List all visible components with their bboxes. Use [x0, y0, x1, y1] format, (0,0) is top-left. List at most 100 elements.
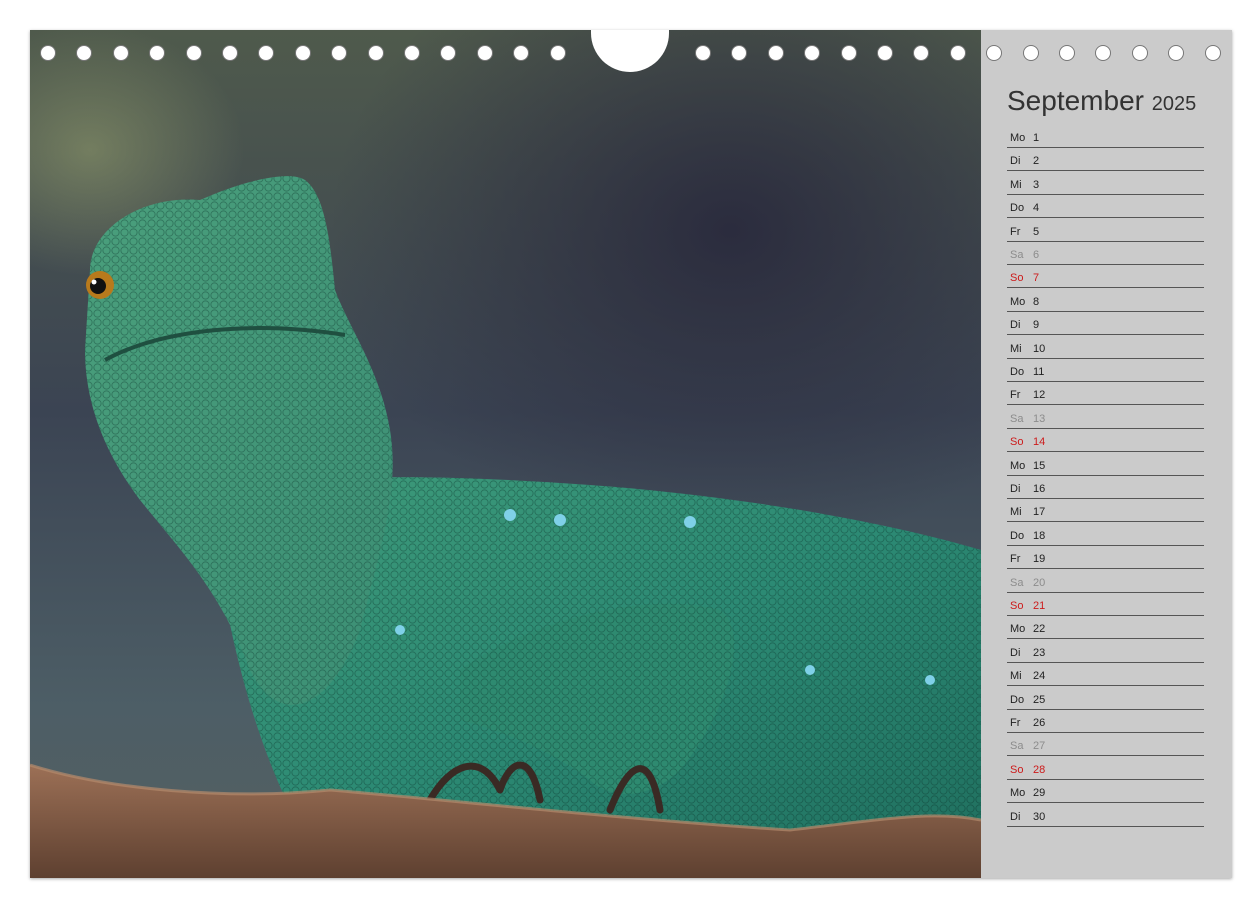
binding-hole: [913, 45, 930, 61]
day-number: 7: [1033, 272, 1040, 285]
day-name: Do: [1010, 366, 1025, 378]
day-number: 6: [1033, 249, 1040, 261]
day-name: So: [1010, 763, 1024, 776]
binding-hole: [222, 45, 238, 61]
day-name: Mi: [1010, 342, 1022, 355]
binding-hole: [367, 45, 384, 61]
binding-hole: [804, 45, 821, 61]
day-number: 19: [1033, 553, 1046, 566]
day-row: So 7: [1007, 264, 1204, 289]
day-number: 9: [1033, 319, 1040, 332]
day-number: 5: [1033, 225, 1040, 238]
day-name: Di: [1010, 319, 1021, 332]
binding-hole: [258, 45, 275, 61]
binding-hole: [1059, 45, 1075, 61]
binding-hole: [185, 45, 202, 61]
binding-hole: [440, 45, 457, 61]
day-row: Mo 22: [1007, 615, 1204, 640]
day-row: Sa 20: [1007, 569, 1204, 593]
day-number: 8: [1033, 295, 1040, 308]
binding-hole: [112, 45, 129, 61]
binding-hole: [840, 45, 857, 61]
day-number: 28: [1033, 763, 1046, 776]
day-row: Do 25: [1007, 686, 1204, 710]
day-number: 30: [1033, 810, 1046, 823]
day-name: So: [1010, 600, 1024, 612]
day-number: 4: [1033, 202, 1040, 215]
day-name: Mo: [1010, 132, 1026, 144]
day-row: Fr 5: [1007, 218, 1204, 242]
day-number: 13: [1033, 412, 1046, 425]
day-row: Di 30: [1007, 803, 1204, 827]
binding-hole: [331, 45, 348, 61]
day-name: Sa: [1010, 740, 1024, 753]
lizard-illustration: [30, 176, 981, 878]
day-row: Mo 1: [1007, 124, 1204, 148]
day-number: 11: [1033, 366, 1045, 378]
day-number: 21: [1033, 600, 1046, 612]
year-label: 2025: [1151, 93, 1197, 115]
day-row: Di 9: [1007, 311, 1204, 336]
day-name: Mi: [1010, 506, 1022, 519]
binding-hole: [149, 45, 166, 61]
binding-hole: [476, 45, 493, 61]
binding-hole: [1022, 45, 1039, 61]
binding-hole: [76, 45, 93, 61]
day-name: Fr: [1010, 225, 1021, 238]
day-name: Mi: [1010, 670, 1022, 683]
day-name: Mo: [1010, 295, 1026, 308]
day-number: 27: [1033, 740, 1046, 753]
day-number: 2: [1033, 155, 1040, 168]
day-number: 22: [1033, 623, 1046, 636]
binding-hole: [1204, 45, 1221, 61]
binding-hole: [1131, 45, 1148, 61]
day-row: Di 16: [1007, 475, 1204, 499]
calendar-page: September 2025 Mo 1 Di 2 Mi 3 Do 4 Fr 5 Sa 6 So 7 Mo 8 D…: [30, 30, 1232, 878]
day-name: Sa: [1010, 412, 1024, 425]
day-row: Sa 27: [1007, 732, 1204, 757]
binding-hole: [1095, 45, 1112, 61]
lizard-photo: [30, 30, 981, 878]
day-row: Di 23: [1007, 639, 1204, 663]
day-row: Fr 19: [1007, 545, 1204, 570]
day-name: So: [1010, 436, 1024, 449]
binding-hole: [731, 45, 748, 61]
binding-hole: [877, 45, 893, 61]
calendar-sidebar: September 2025 Mo 1 Di 2 Mi 3 Do 4 Fr 5 Sa 6 So 7 Mo 8 D…: [981, 30, 1232, 878]
day-name: Fr: [1010, 717, 1021, 729]
day-name: Mo: [1010, 459, 1026, 472]
binding-hole: [294, 45, 311, 61]
day-row: Sa 13: [1007, 405, 1204, 429]
day-number: 1: [1033, 132, 1040, 144]
binding-hole: [549, 45, 566, 61]
day-name: Fr: [1010, 553, 1021, 566]
day-number: 17: [1033, 506, 1046, 519]
day-number: 12: [1033, 389, 1046, 402]
day-row: Do 18: [1007, 522, 1204, 546]
day-number: 26: [1033, 717, 1046, 729]
day-row: So 14: [1007, 428, 1204, 453]
day-row: Sa 6: [1007, 241, 1204, 265]
binding-hole: [986, 45, 1003, 61]
day-name: Sa: [1010, 576, 1024, 589]
day-number: 16: [1033, 483, 1046, 495]
day-number: 14: [1033, 436, 1046, 449]
day-row: Do 11: [1007, 358, 1204, 382]
binding-hole: [695, 45, 711, 61]
day-name: Do: [1010, 202, 1025, 215]
day-name: Di: [1010, 646, 1021, 659]
day-name: Sa: [1010, 249, 1024, 261]
binding-hole: [404, 45, 420, 61]
day-name: So: [1010, 272, 1024, 285]
day-row: Mo 15: [1007, 452, 1204, 476]
day-name: Do: [1010, 529, 1025, 542]
day-name: Mi: [1010, 178, 1022, 191]
day-row: Fr 26: [1007, 709, 1204, 733]
day-number: 10: [1033, 342, 1046, 355]
day-row: Mo 8: [1007, 288, 1204, 312]
day-number: 20: [1033, 576, 1046, 589]
day-number: 24: [1033, 670, 1046, 683]
binding-hole: [949, 45, 966, 61]
day-number: 15: [1033, 459, 1046, 472]
day-name: Di: [1010, 155, 1021, 168]
